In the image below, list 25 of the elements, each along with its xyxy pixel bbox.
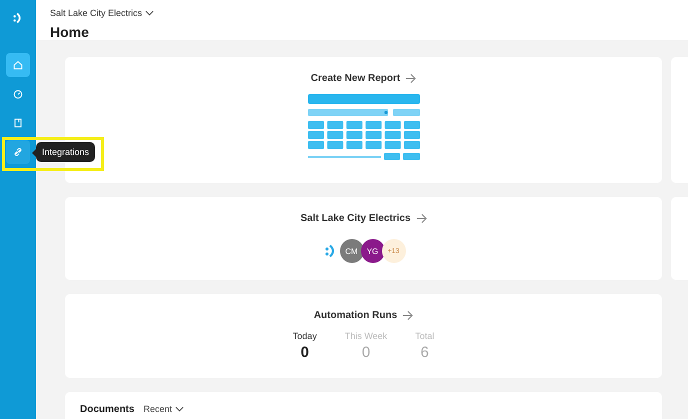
link-icon xyxy=(12,146,24,158)
workspace-dropdown[interactable]: Salt Lake City Electrics xyxy=(50,8,154,18)
card-title: Create New Report xyxy=(310,73,400,84)
stat-value: 0 xyxy=(362,344,370,361)
home-icon xyxy=(12,59,24,71)
avatar: CM xyxy=(340,239,364,263)
automation-card[interactable]: Automation Runs Today 0 This Week 0 Total 6 xyxy=(65,294,662,378)
book-icon xyxy=(12,117,24,129)
avatar: YG xyxy=(360,239,384,263)
stat-value: 0 xyxy=(300,344,309,361)
logo-icon xyxy=(13,12,23,24)
filter-dropdown[interactable]: Recent xyxy=(143,404,184,414)
arrow-right-icon[interactable] xyxy=(405,73,416,84)
page-title: Home xyxy=(50,24,90,40)
gauge-icon xyxy=(12,88,24,100)
stat-tab[interactable]: Today xyxy=(292,331,317,341)
section-title: Documents xyxy=(80,404,134,415)
stat-value: 6 xyxy=(420,344,429,361)
chevron-down-icon[interactable] xyxy=(174,406,184,412)
nav-item[interactable] xyxy=(6,53,30,77)
card-title: Salt Lake City Electrics xyxy=(300,213,411,224)
arrow-right-icon[interactable] xyxy=(402,310,414,321)
arrow-right-icon[interactable] xyxy=(416,213,427,224)
chevron-down-icon[interactable] xyxy=(145,10,154,16)
card-title: Automation Runs xyxy=(314,310,398,321)
